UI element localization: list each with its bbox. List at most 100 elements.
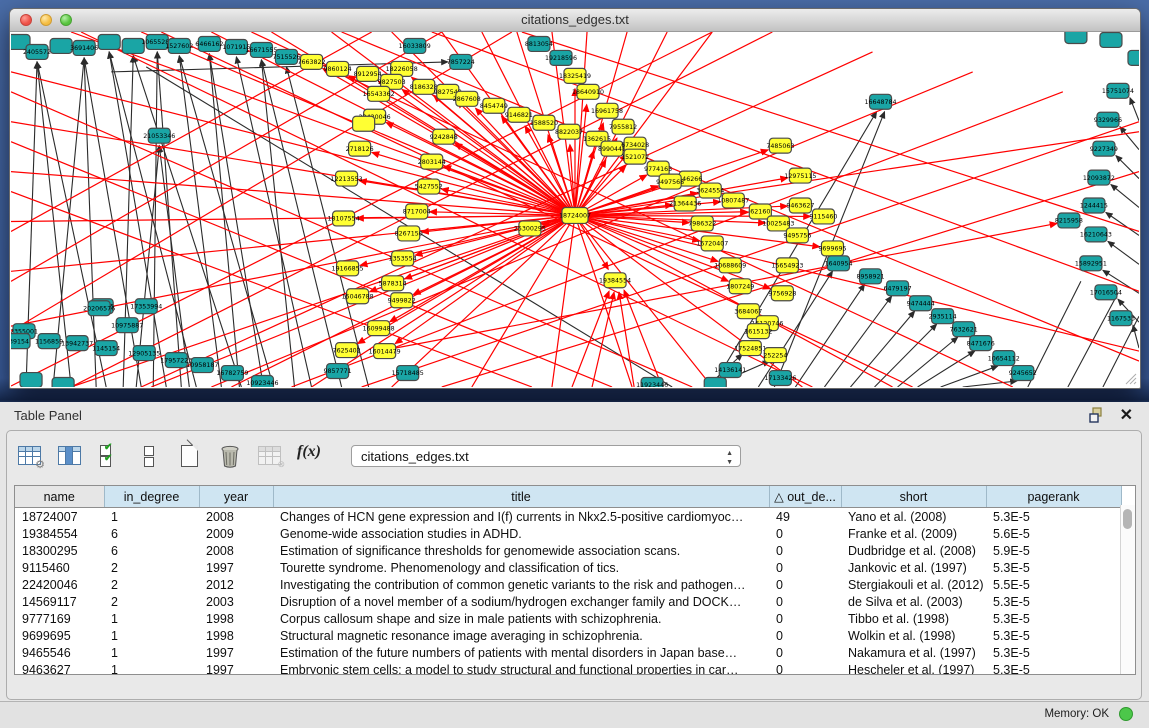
graph-node-2405572[interactable]: 2405572 [23, 44, 51, 59]
graph-node-16782759[interactable]: 16782759 [216, 366, 248, 381]
show-columns-icon[interactable] [57, 443, 83, 469]
graph-node-12905135[interactable]: 12905135 [128, 346, 160, 361]
graph-node-9495756[interactable]: 9495756 [783, 228, 811, 243]
graph-node-18724007[interactable]: 18724007 [559, 208, 591, 224]
graph-node-16210643[interactable]: 16210643 [1080, 227, 1112, 242]
graph-node[interactable] [704, 378, 726, 387]
table-row[interactable]: 911546021997Tourette syndrome. Phenomeno… [15, 559, 1121, 576]
graph-node-8822037[interactable]: 8822037 [555, 124, 583, 139]
table-row[interactable]: 1830029562008Estimation of significance … [15, 542, 1121, 559]
table-row[interactable]: 977716911998Corpus callosum shape and si… [15, 610, 1121, 627]
graph-node-17133426[interactable]: 17133426 [764, 371, 796, 386]
graph-node-9242848[interactable]: 9242848 [430, 129, 458, 144]
column-header-out-de-[interactable]: △ out_de... [769, 486, 841, 508]
graph-node-15751074[interactable]: 15751074 [1102, 83, 1134, 98]
graph-node-15718485[interactable]: 15718485 [392, 366, 424, 381]
graph-node-9860124[interactable]: 9860124 [324, 61, 352, 76]
graph-node-3624554[interactable]: 3624554 [696, 183, 724, 198]
graph-node-10923446[interactable]: 10923446 [246, 376, 278, 387]
graph-node[interactable] [1100, 32, 1122, 47]
graph-node-9499822[interactable]: 9499822 [388, 293, 416, 308]
graph-node-9463627[interactable]: 9463627 [786, 198, 814, 213]
graph-node-18325419[interactable]: 18325419 [559, 68, 591, 83]
graph-node-15892951[interactable]: 15892951 [1075, 256, 1107, 271]
column-header-pagerank[interactable]: pagerank [986, 486, 1121, 508]
graph-node-15654923[interactable]: 15654923 [771, 258, 803, 273]
graph-node-10958187[interactable]: 10958187 [186, 358, 218, 373]
graph-node-2935114[interactable]: 2935114 [929, 309, 957, 324]
graph-node-1353554[interactable]: 1353554 [389, 251, 417, 266]
graph-node-7485063[interactable]: 7485063 [766, 138, 794, 153]
column-header-short[interactable]: short [841, 486, 986, 508]
network-canvas[interactable]: 2405572369140610655287152760264661621071… [11, 32, 1139, 387]
graph-node-14136141[interactable]: 14136141 [714, 363, 746, 378]
table-selector[interactable]: citations_edges.txt ▲▼ [351, 445, 741, 467]
window-titlebar[interactable]: citations_edges.txt [10, 9, 1140, 32]
table-row[interactable]: 1872400712008Changes of HCN gene express… [15, 508, 1121, 526]
graph-node-21053346[interactable]: 21053346 [143, 128, 175, 143]
graph-node-12975115[interactable]: 12975115 [784, 168, 816, 183]
graph-node[interactable] [52, 378, 74, 387]
graph-node-252254[interactable]: 252254 [763, 348, 787, 363]
graph-node-9227349[interactable]: 9227349 [1090, 141, 1118, 156]
graph-node-16014479[interactable]: 16014479 [369, 344, 401, 359]
new-table-icon[interactable] [177, 443, 203, 469]
graph-node-19218596[interactable]: 19218596 [545, 50, 577, 65]
resize-grip-icon[interactable] [1123, 371, 1137, 385]
graph-node-8471676[interactable]: 8471676 [967, 336, 995, 351]
graph-node[interactable] [98, 34, 120, 49]
graph-node-8813054[interactable]: 8813054 [525, 36, 553, 51]
graph-node-7515526[interactable]: 7515526 [272, 49, 300, 64]
graph-node-19384554[interactable]: 19384554 [599, 273, 631, 288]
graph-node-1615132[interactable]: 1615132 [744, 324, 772, 339]
graph-node[interactable] [1128, 50, 1139, 65]
graph-node-1807249[interactable]: 1807249 [726, 279, 754, 294]
graph-node-12213553[interactable]: 12213553 [331, 171, 363, 186]
graph-node-8215958[interactable]: 8215958 [1055, 213, 1083, 228]
graph-node-5878314[interactable]: 5878314 [379, 276, 407, 291]
float-panel-icon[interactable] [1089, 407, 1105, 423]
graph-node-12093872[interactable]: 12093872 [1083, 170, 1115, 185]
graph-node-16033809[interactable]: 16033809 [399, 38, 431, 53]
scrollbar-thumb[interactable] [1123, 509, 1132, 529]
table-settings-icon[interactable]: ⚙ [17, 443, 43, 469]
graph-node-3691406[interactable]: 3691406 [70, 40, 98, 55]
graph-node-1167533[interactable]: 1167533 [1107, 311, 1135, 326]
graph-node-8958921[interactable]: 8958921 [856, 269, 884, 284]
graph-node-1588520[interactable]: 1588520 [530, 115, 558, 130]
graph-node-6479197[interactable]: 6479197 [884, 281, 912, 296]
graph-node-1145154[interactable]: 1145154 [92, 341, 120, 356]
table-row[interactable]: 969969511998Structural magnetic resonanc… [15, 627, 1121, 644]
table-row[interactable]: 1456911722003Disruption of a novel membe… [15, 593, 1121, 610]
graph-node-7663822[interactable]: 7663822 [298, 54, 326, 69]
graph-node[interactable] [353, 116, 375, 131]
table-row[interactable]: 946362711997Embryonic stem cells: a mode… [15, 661, 1121, 675]
table-scrollbar[interactable] [1120, 505, 1135, 674]
graph-node-10807487[interactable]: 10807487 [717, 193, 749, 208]
graph-node-10654112[interactable]: 10654112 [988, 351, 1020, 366]
graph-node-18107554[interactable]: 18107554 [328, 211, 360, 226]
graph-node-6466162[interactable]: 6466162 [195, 36, 223, 51]
column-header-name[interactable]: name [15, 486, 104, 508]
table-row[interactable]: 946554611997Estimation of the future num… [15, 644, 1121, 661]
select-all-rows-icon[interactable]: ✔ ✔ [97, 443, 123, 469]
graph-node-7986322[interactable]: 7986322 [688, 216, 716, 231]
clear-selection-icon[interactable] [137, 443, 163, 469]
graph-node-8454749[interactable]: 8454749 [480, 98, 508, 113]
graph-node[interactable] [20, 373, 42, 387]
graph-node-20206576[interactable]: 20206576 [83, 301, 115, 316]
graph-node-25300295[interactable]: 25300295 [514, 221, 546, 236]
table-row[interactable]: 2242004622012Investigating the contribut… [15, 576, 1121, 593]
graph-node-16543362[interactable]: 16543362 [363, 86, 395, 101]
graph-node-39154[interactable]: 39154 [11, 334, 30, 349]
graph-node-21364436[interactable]: 21364436 [669, 196, 701, 211]
graph-node-2718126[interactable]: 2718126 [346, 141, 374, 156]
graph-node-9245652[interactable]: 9245652 [1009, 366, 1037, 381]
graph-node-17353994[interactable]: 17353994 [130, 299, 162, 314]
close-panel-icon[interactable]: ✕ [1120, 405, 1133, 425]
graph-node-9146821[interactable]: 9146821 [505, 107, 533, 122]
graph-node-1156859[interactable]: 1156859 [35, 334, 63, 349]
graph-node-10975887[interactable]: 10975887 [111, 318, 143, 333]
function-builder-icon[interactable]: f(x) [297, 443, 329, 469]
graph-node-13942737[interactable]: 13942737 [61, 336, 93, 351]
